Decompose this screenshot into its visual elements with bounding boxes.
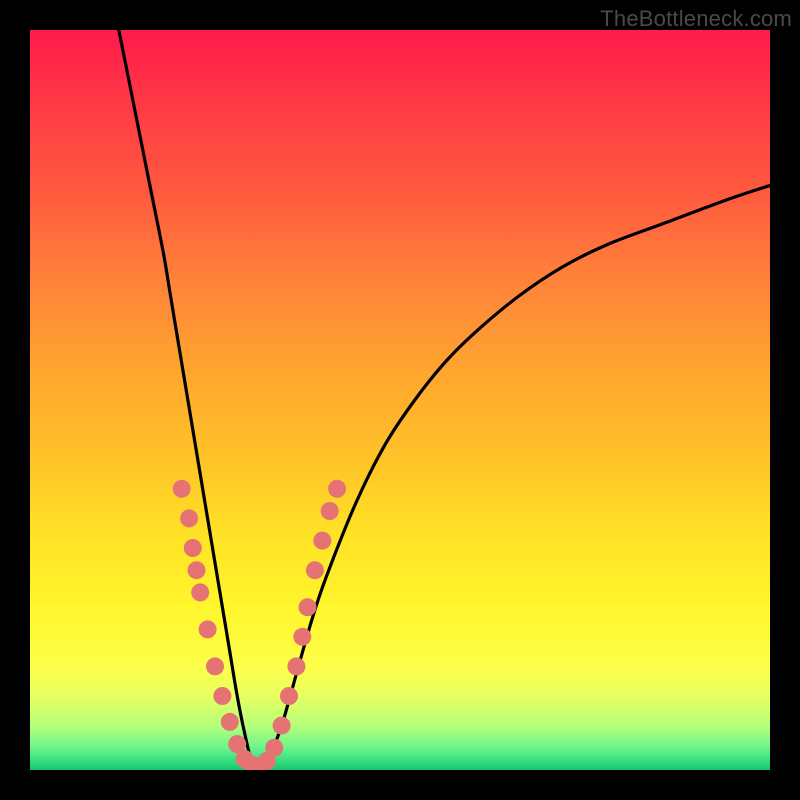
chart-dot	[280, 687, 298, 705]
chart-plot-area	[30, 30, 770, 770]
chart-dot	[293, 628, 311, 646]
chart-dot	[173, 480, 191, 498]
chart-svg	[30, 30, 770, 770]
chart-dot	[306, 561, 324, 579]
chart-dot	[184, 539, 202, 557]
watermark-text: TheBottleneck.com	[600, 6, 792, 32]
chart-dot	[199, 620, 217, 638]
chart-frame: TheBottleneck.com	[0, 0, 800, 800]
chart-dot	[287, 657, 305, 675]
chart-dot	[188, 561, 206, 579]
chart-dot	[180, 509, 198, 527]
chart-dot	[213, 687, 231, 705]
chart-dot	[313, 532, 331, 550]
chart-dot	[221, 713, 239, 731]
chart-dot	[191, 583, 209, 601]
chart-dot	[321, 502, 339, 520]
chart-dot	[273, 717, 291, 735]
chart-dot	[206, 657, 224, 675]
chart-dot	[299, 598, 317, 616]
chart-dot	[328, 480, 346, 498]
chart-dot	[265, 739, 283, 757]
chart-dots	[173, 480, 346, 770]
